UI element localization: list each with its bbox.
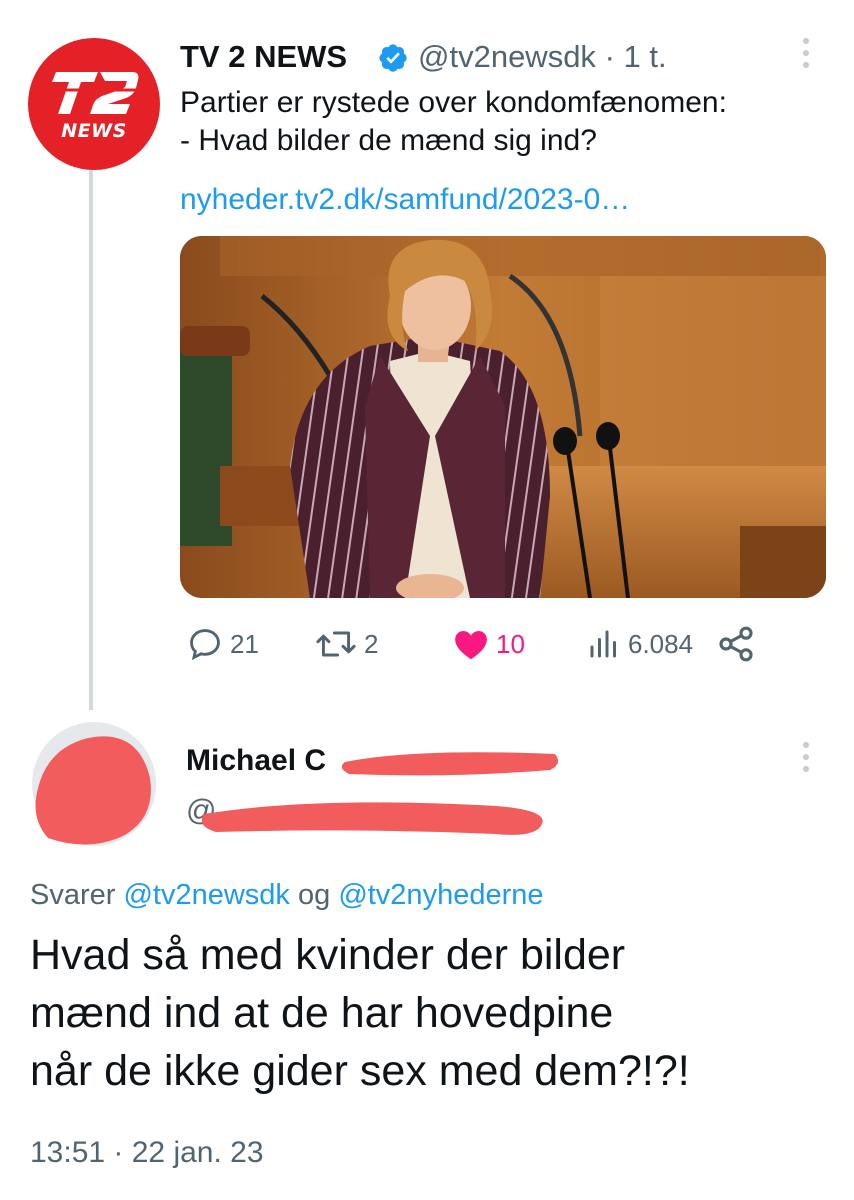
- original-author-name[interactable]: TV 2 NEWS: [180, 38, 347, 76]
- views-count: 6.084: [628, 628, 694, 659]
- retweet-count: 2: [364, 628, 379, 659]
- mention-link[interactable]: @tv2newsdk: [123, 879, 289, 911]
- reply-button[interactable]: 21: [186, 622, 259, 666]
- tv2-logo-icon: [52, 72, 139, 114]
- reply-author-name[interactable]: Michael C: [186, 742, 326, 780]
- like-button[interactable]: 10: [452, 622, 525, 666]
- tweet-time: 1 t.: [623, 39, 667, 74]
- reply-text-line: mænd ind at de har hovedpine: [30, 989, 614, 1037]
- retweet-icon: [316, 631, 356, 657]
- original-author-handle[interactable]: @tv2newsdk · 1 t.: [418, 38, 667, 76]
- redaction-mark-handle: [201, 802, 543, 835]
- replying-to-line: Svarer @tv2newsdk og @tv2nyhederne: [30, 879, 544, 911]
- views-icon: [590, 630, 616, 658]
- reply-author-avatar[interactable]: [28, 718, 160, 850]
- tv2-news-avatar[interactable]: NEWS: [28, 38, 160, 170]
- tweet-text-line: Partier er rystede over kondomfænomen:: [180, 86, 727, 119]
- original-tweet-text: Partier er rystede over kondomfænomen: -…: [180, 84, 830, 160]
- parliament-speaker-image: [180, 236, 826, 598]
- verified-badge-icon: [379, 44, 407, 72]
- mention-link[interactable]: @tv2nyhederne: [338, 879, 543, 911]
- redaction-mark-name: [341, 752, 559, 776]
- share-icon: [719, 626, 753, 662]
- reply-text-line: Hvad så med kvinder der bilder: [30, 931, 626, 979]
- retweet-button[interactable]: 2: [314, 622, 378, 666]
- article-link[interactable]: nyheder.tv2.dk/samfund/2023-0…: [180, 180, 630, 220]
- more-dots-icon[interactable]: [801, 742, 811, 778]
- heart-icon: [455, 631, 487, 660]
- tv2-avatar-news-text: NEWS: [61, 120, 127, 142]
- more-dots-icon[interactable]: [801, 38, 811, 74]
- reply-tweet-text: Hvad så med kvinder der bilder mænd ind …: [30, 926, 830, 1100]
- like-count: 10: [496, 628, 525, 659]
- tweet-text-line: - Hvad bilder de mænd sig ind?: [180, 124, 597, 157]
- reply-author-handle[interactable]: @: [186, 792, 216, 830]
- views-button[interactable]: 6.084: [586, 622, 693, 666]
- reply-icon: [190, 629, 220, 661]
- reply-text-line: når de ikke gider sex med dem?!?!: [30, 1047, 690, 1095]
- reply-timestamp[interactable]: 13:51 · 22 jan. 23: [30, 1134, 264, 1172]
- thread-connector-line: [89, 162, 93, 710]
- tweet-photo[interactable]: [180, 236, 826, 598]
- share-button[interactable]: [716, 622, 762, 666]
- reply-count: 21: [230, 628, 259, 659]
